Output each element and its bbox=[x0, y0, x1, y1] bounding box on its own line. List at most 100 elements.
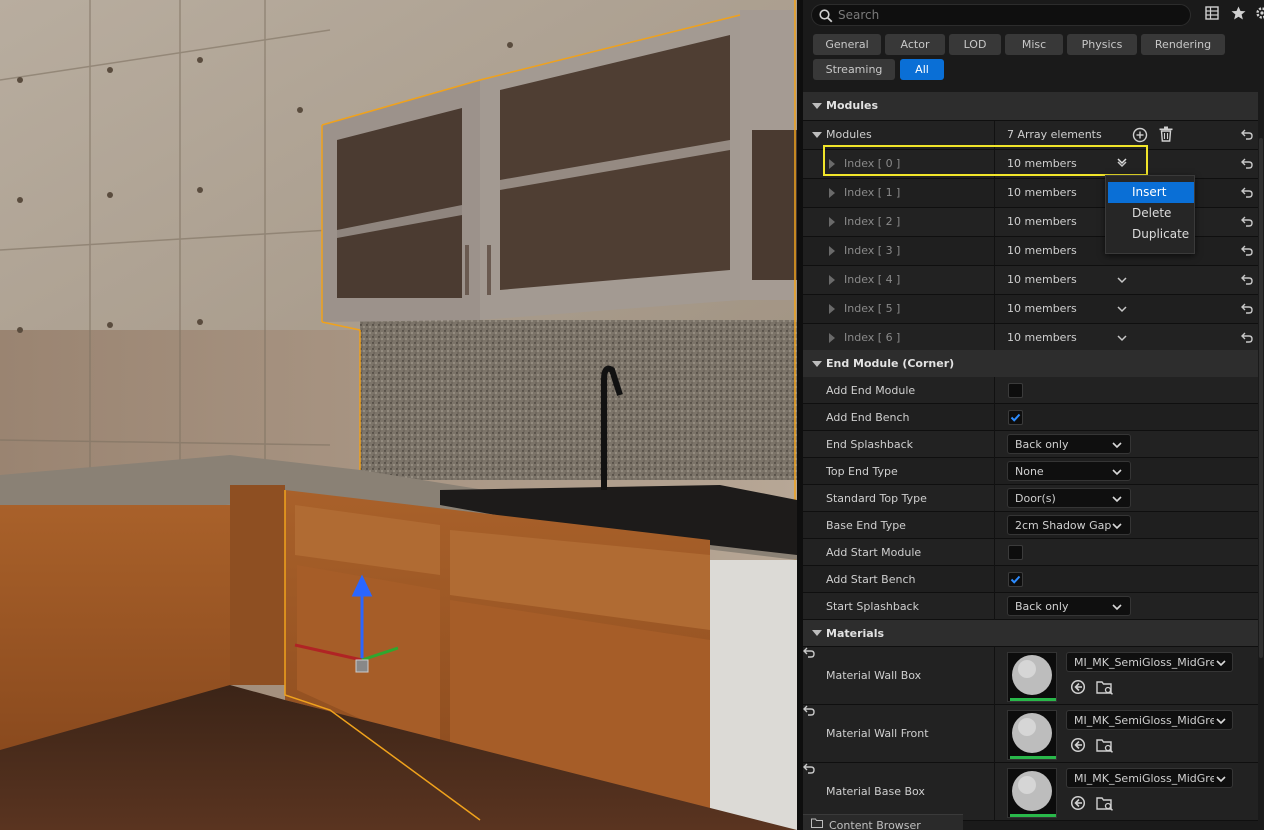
base-end-type-combo[interactable]: 2cm Shadow Gap bbox=[1007, 515, 1131, 535]
prop-start-splashback[interactable]: Start Splashback Back only bbox=[803, 593, 1258, 621]
table-view-icon[interactable] bbox=[1205, 6, 1219, 20]
collapse-arrow-icon[interactable] bbox=[812, 103, 822, 109]
menu-item-delete[interactable]: Delete bbox=[1108, 203, 1194, 224]
use-selected-icon[interactable] bbox=[1070, 737, 1086, 753]
standard-top-type-combo[interactable]: Door(s) bbox=[1007, 488, 1131, 508]
expand-arrow-icon[interactable] bbox=[829, 275, 835, 285]
content-browser-tab[interactable]: Content Browser bbox=[803, 814, 963, 830]
browse-folder-icon[interactable] bbox=[1095, 679, 1114, 695]
module-index-row[interactable]: Index [ 5 ] 10 members bbox=[803, 295, 1258, 324]
reset-arrow-icon[interactable] bbox=[1241, 332, 1253, 343]
level-viewport[interactable] bbox=[0, 0, 797, 830]
use-selected-icon[interactable] bbox=[1070, 679, 1086, 695]
material-picker[interactable]: MI_MK_SemiGloss_MidGre bbox=[1066, 768, 1233, 788]
expand-arrow-icon[interactable] bbox=[829, 188, 835, 198]
search-icon bbox=[819, 9, 833, 23]
material-sphere-icon bbox=[1012, 771, 1052, 811]
scrollbar-thumb[interactable] bbox=[1259, 138, 1263, 658]
collapse-arrow-icon[interactable] bbox=[812, 630, 822, 636]
prop-add-start-module[interactable]: Add Start Module bbox=[803, 539, 1258, 567]
prop-add-start-bench[interactable]: Add Start Bench bbox=[803, 566, 1258, 594]
collapse-arrow-icon[interactable] bbox=[812, 361, 822, 367]
reset-arrow-icon[interactable] bbox=[1241, 274, 1253, 285]
add-end-module-checkbox[interactable] bbox=[1008, 383, 1023, 398]
search-box[interactable] bbox=[811, 4, 1191, 26]
chevron-down-icon bbox=[1112, 496, 1122, 503]
reset-arrow-icon[interactable] bbox=[1241, 129, 1253, 140]
reset-arrow-icon[interactable] bbox=[1241, 303, 1253, 314]
reset-arrow-icon[interactable] bbox=[1241, 245, 1253, 256]
chevron-down-icon bbox=[1216, 660, 1226, 667]
chevron-down-icon[interactable] bbox=[1117, 156, 1127, 166]
menu-item-insert[interactable]: Insert bbox=[1108, 182, 1194, 203]
chevron-down-icon[interactable] bbox=[1117, 333, 1127, 343]
array-element-context-menu: Insert Delete Duplicate bbox=[1105, 175, 1195, 254]
material-sphere-icon bbox=[1012, 655, 1052, 695]
prop-end-splashback[interactable]: End Splashback Back only bbox=[803, 431, 1258, 459]
expand-arrow-icon[interactable] bbox=[829, 217, 835, 227]
material-thumbnail[interactable] bbox=[1007, 710, 1057, 760]
reset-arrow-icon[interactable] bbox=[803, 647, 815, 658]
reset-arrow-icon[interactable] bbox=[1241, 187, 1253, 198]
reset-arrow-icon[interactable] bbox=[1241, 158, 1253, 169]
filter-general[interactable]: General bbox=[813, 34, 881, 55]
chevron-down-icon bbox=[1112, 442, 1122, 449]
filter-lod[interactable]: LOD bbox=[949, 34, 1001, 55]
browse-folder-icon[interactable] bbox=[1095, 795, 1114, 811]
category-label: End Module (Corner) bbox=[826, 357, 955, 370]
add-start-bench-checkbox[interactable] bbox=[1008, 572, 1023, 587]
filter-streaming[interactable]: Streaming bbox=[813, 59, 895, 80]
material-thumbnail[interactable] bbox=[1007, 652, 1057, 702]
category-label: Materials bbox=[826, 627, 885, 640]
expand-arrow-icon[interactable] bbox=[829, 333, 835, 343]
filter-all[interactable]: All bbox=[900, 59, 944, 80]
material-picker[interactable]: MI_MK_SemiGloss_MidGre bbox=[1066, 710, 1233, 730]
collapse-arrow-icon[interactable] bbox=[812, 132, 822, 138]
prop-material-wall-box[interactable]: Material Wall Box MI_MK_SemiGloss_MidGre bbox=[803, 647, 1258, 705]
search-input[interactable] bbox=[838, 6, 1178, 24]
category-label: Modules bbox=[826, 99, 878, 112]
expand-arrow-icon[interactable] bbox=[829, 304, 835, 314]
material-sphere-icon bbox=[1012, 713, 1052, 753]
module-index-row[interactable]: Index [ 4 ] 10 members bbox=[803, 266, 1258, 295]
category-materials[interactable]: Materials bbox=[803, 620, 1258, 647]
checkmark-icon bbox=[1010, 413, 1021, 422]
filter-actor[interactable]: Actor bbox=[885, 34, 945, 55]
reset-arrow-icon[interactable] bbox=[1241, 216, 1253, 227]
material-picker[interactable]: MI_MK_SemiGloss_MidGre bbox=[1066, 652, 1233, 672]
folder-icon bbox=[811, 818, 823, 828]
star-icon[interactable] bbox=[1231, 6, 1246, 20]
use-selected-icon[interactable] bbox=[1070, 795, 1086, 811]
start-splashback-combo[interactable]: Back only bbox=[1007, 596, 1131, 616]
add-element-icon[interactable] bbox=[1132, 127, 1148, 143]
browse-folder-icon[interactable] bbox=[1095, 737, 1114, 753]
editor-window: General Actor LOD Misc Physics Rendering… bbox=[0, 0, 1264, 830]
prop-standard-top-type[interactable]: Standard Top Type Door(s) bbox=[803, 485, 1258, 513]
category-end-module[interactable]: End Module (Corner) bbox=[803, 350, 1258, 379]
expand-arrow-icon[interactable] bbox=[829, 246, 835, 256]
module-index-row[interactable]: Index [ 6 ] 10 members bbox=[803, 324, 1258, 353]
prop-material-base-box[interactable]: Material Base Box MI_MK_SemiGloss_MidGre bbox=[803, 763, 1258, 821]
checkmark-icon bbox=[1010, 575, 1021, 584]
chevron-down-icon[interactable] bbox=[1117, 304, 1127, 314]
prop-top-end-type[interactable]: Top End Type None bbox=[803, 458, 1258, 486]
prop-add-end-module[interactable]: Add End Module bbox=[803, 377, 1258, 405]
add-start-module-checkbox[interactable] bbox=[1008, 545, 1023, 560]
add-end-bench-checkbox[interactable] bbox=[1008, 410, 1023, 425]
menu-item-duplicate[interactable]: Duplicate bbox=[1108, 224, 1194, 245]
reset-arrow-icon[interactable] bbox=[803, 705, 815, 716]
prop-base-end-type[interactable]: Base End Type 2cm Shadow Gap bbox=[803, 512, 1258, 540]
category-modules[interactable]: Modules bbox=[803, 92, 1258, 121]
chevron-down-icon[interactable] bbox=[1117, 275, 1127, 285]
filter-physics[interactable]: Physics bbox=[1067, 34, 1137, 55]
filter-rendering[interactable]: Rendering bbox=[1141, 34, 1225, 55]
prop-add-end-bench[interactable]: Add End Bench bbox=[803, 404, 1258, 432]
settings-icon[interactable] bbox=[1255, 6, 1264, 20]
prop-material-wall-front[interactable]: Material Wall Front MI_MK_SemiGloss_MidG… bbox=[803, 705, 1258, 763]
end-splashback-combo[interactable]: Back only bbox=[1007, 434, 1131, 454]
trash-icon[interactable] bbox=[1159, 126, 1173, 142]
top-end-type-combo[interactable]: None bbox=[1007, 461, 1131, 481]
reset-arrow-icon[interactable] bbox=[803, 763, 815, 774]
material-thumbnail[interactable] bbox=[1007, 768, 1057, 818]
filter-misc[interactable]: Misc bbox=[1005, 34, 1063, 55]
